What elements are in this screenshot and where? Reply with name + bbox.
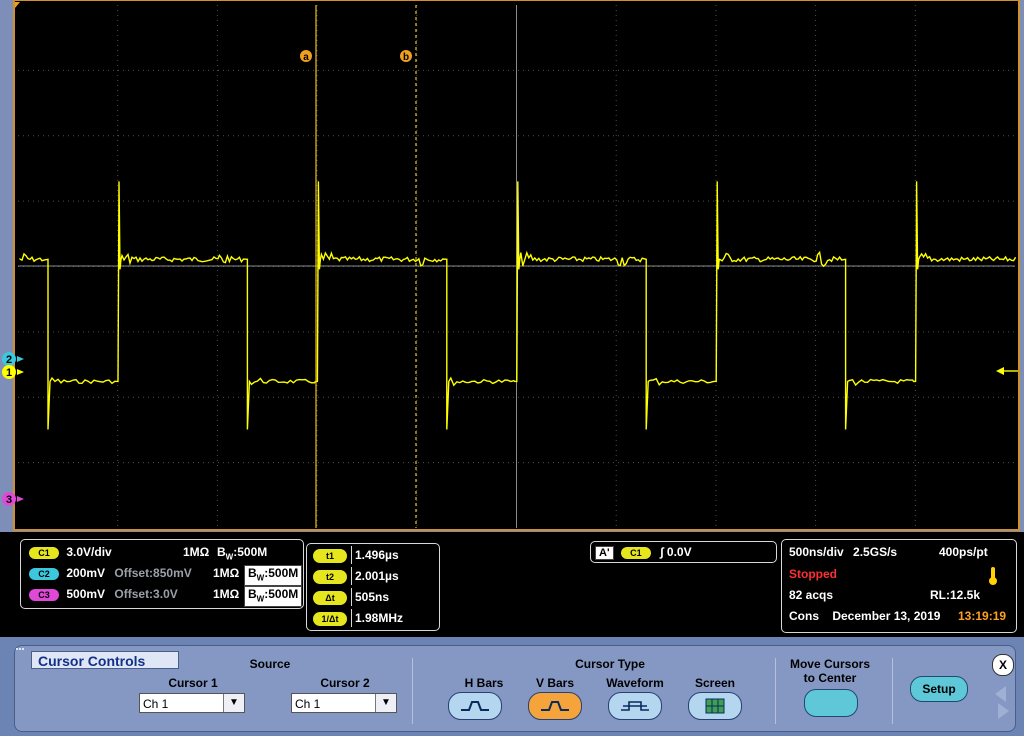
timebase: 500ns/div: [789, 545, 844, 559]
cursor-readout-box[interactable]: t1 1.496µs t2 2.001µs Δt 505ns 1/Δt 1.98…: [306, 543, 440, 631]
run-status: Stopped: [789, 567, 837, 581]
t1-label: t1: [313, 549, 347, 563]
t1-value: 1.496µs: [351, 546, 439, 564]
cursor-a-handle-label: a: [303, 52, 309, 63]
chevron-down-icon[interactable]: ▼: [375, 694, 396, 712]
type-label-screen: Screen: [694, 676, 736, 690]
waveform-icon: [621, 701, 649, 711]
ch1-marker-label: 1: [6, 367, 12, 379]
divider: [412, 658, 413, 724]
ch3-scale: 500mV: [66, 587, 106, 601]
cursor2-source-select[interactable]: Ch 1 ▼: [291, 693, 397, 713]
delta-t-value: 505ns: [351, 588, 439, 606]
acquisition-count: 82 acqs: [789, 588, 834, 602]
ch3-bandwidth: BW:500M: [244, 586, 303, 608]
move-cursors-to-center-button[interactable]: [804, 689, 858, 717]
ch2-scale: 200mV: [66, 566, 106, 580]
chevron-down-icon[interactable]: ▼: [223, 694, 244, 712]
inverse-delta-t-value: 1.98MHz: [351, 609, 439, 627]
display-mode: Cons: [789, 609, 819, 623]
scroll-up-icon[interactable]: [995, 686, 1006, 702]
h-bars-button[interactable]: [448, 692, 502, 720]
rising-edge-icon: ∫: [660, 545, 664, 559]
delta-t-label: Δt: [313, 591, 347, 605]
ch3-offset: Offset:3.0V: [114, 587, 178, 601]
move-cursors-label-line2: to Center: [803, 671, 857, 685]
h-bars-icon: [461, 701, 489, 711]
waveform-graticule[interactable]: a b 21 3: [0, 0, 1024, 532]
ch3-marker-label: 3: [6, 494, 12, 506]
cursor-controls-panel: Cursor Controls Source Cursor 1 Cursor 2…: [14, 645, 1016, 732]
ch3-impedance: 1MΩ: [213, 587, 240, 601]
screen-button[interactable]: [688, 692, 742, 720]
date: December 13, 2019: [832, 609, 941, 623]
time: 13:19:19: [958, 609, 1007, 623]
trigger-box[interactable]: A' C1 ∫ 0.0V: [590, 541, 777, 563]
source-label: Source: [249, 657, 291, 671]
ch1-impedance: 1MΩ: [183, 545, 210, 559]
ch1-badge[interactable]: C1: [29, 546, 59, 559]
waveform-button[interactable]: [608, 692, 662, 720]
cursor2-label: Cursor 2: [320, 676, 370, 690]
v-bars-button[interactable]: [528, 692, 582, 720]
cursor-type-label: Cursor Type: [575, 657, 645, 671]
ch2-marker-label: 2: [6, 354, 12, 366]
t2-label: t2: [313, 570, 347, 584]
panel-title: Cursor Controls: [31, 651, 179, 669]
t2-value: 2.001µs: [351, 567, 439, 585]
close-icon[interactable]: X: [992, 654, 1014, 676]
divider: [775, 658, 776, 724]
trigger-source-badge: C1: [620, 546, 651, 559]
ch2-impedance: 1MΩ: [213, 566, 240, 580]
ch3-badge[interactable]: C3: [29, 588, 59, 601]
thermometer-bulb-icon: [989, 577, 997, 585]
ch2-bandwidth: BW:500M: [244, 565, 303, 587]
scroll-down-icon[interactable]: [998, 703, 1009, 719]
sample-rate: 2.5GS/s: [853, 545, 898, 559]
scope-display[interactable]: a b 21 3: [0, 0, 1024, 532]
type-label-vbars: V Bars: [535, 676, 575, 690]
setup-button[interactable]: Setup: [910, 676, 968, 702]
cursor-b-handle-label: b: [403, 52, 409, 63]
type-label-waveform: Waveform: [606, 676, 664, 690]
acquisition-box[interactable]: 500ns/div 2.5GS/s 400ps/pt Stopped 82 ac…: [781, 539, 1017, 633]
cursor1-source-select[interactable]: Ch 1 ▼: [139, 693, 245, 713]
divider: [892, 658, 893, 724]
record-length: RL:12.5k: [930, 588, 981, 602]
screen-grid-icon: [705, 698, 725, 714]
inverse-delta-t-label: 1/Δt: [313, 612, 347, 626]
type-label-hbars: H Bars: [464, 676, 504, 690]
trigger-level: 0.0V: [666, 545, 692, 559]
channel-settings-box[interactable]: C1 3.0V/div 1MΩ BW:500M C2 200mV Offset:…: [20, 539, 304, 609]
ch2-badge[interactable]: C2: [29, 567, 59, 580]
ch1-scale: 3.0V/div: [66, 545, 112, 559]
panel-grip-icon[interactable]: [16, 648, 24, 656]
resolution: 400ps/pt: [939, 545, 988, 559]
cursor1-label: Cursor 1: [168, 676, 218, 690]
v-bars-icon: [541, 701, 569, 711]
ch1-bandwidth: BW:500M: [217, 545, 268, 562]
move-cursors-label-line1: Move Cursors: [789, 657, 871, 671]
ch2-offset: Offset:850mV: [114, 566, 192, 580]
trigger-mode: A': [595, 546, 614, 560]
